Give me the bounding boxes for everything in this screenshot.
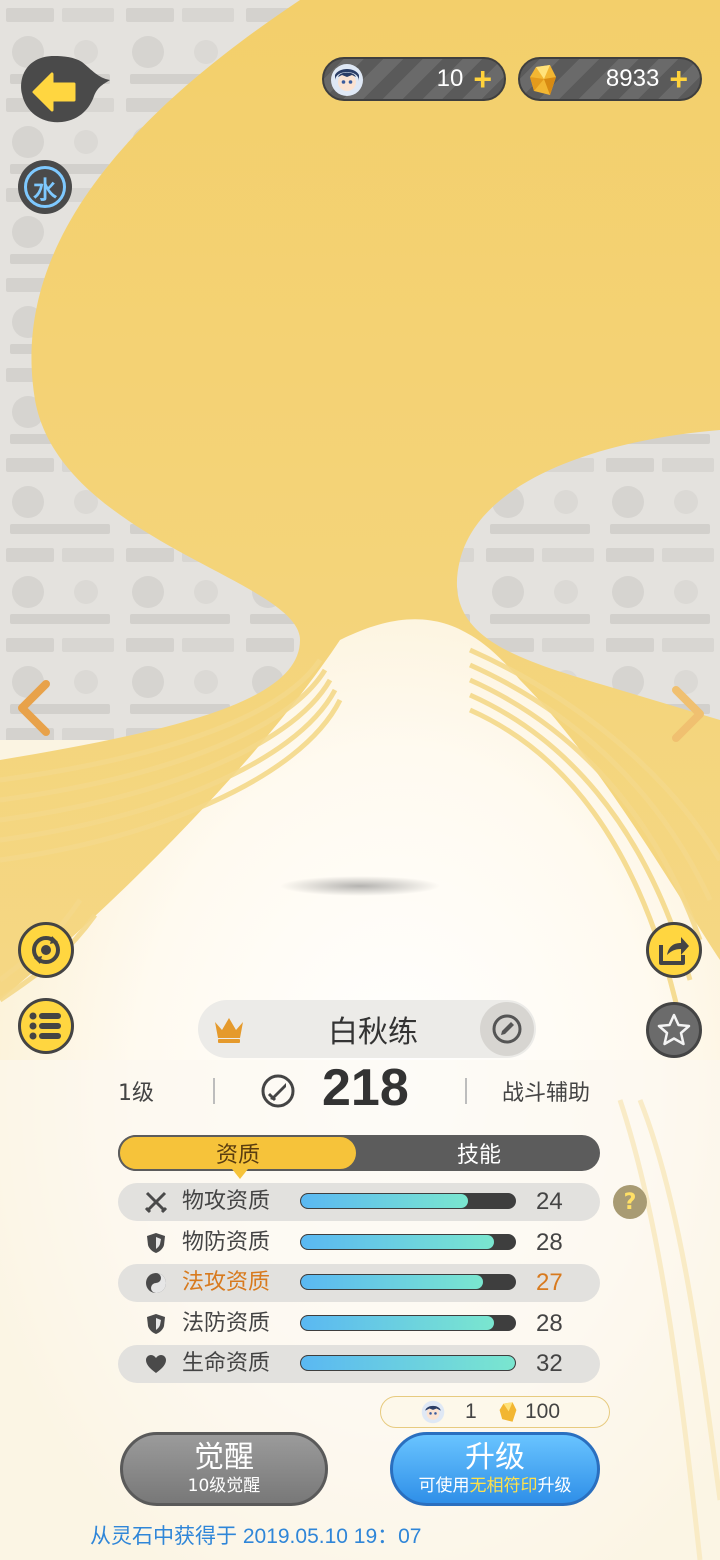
character-token-icon [421,1400,445,1424]
rename-button[interactable] [480,1002,534,1056]
upgrade-cost: 1 100 [380,1396,610,1428]
combat-power-icon [261,1074,295,1108]
rotate-icon [32,936,60,964]
shield-icon [147,1314,165,1334]
aptitude-value: 27 [536,1269,563,1296]
aptitude-value: 28 [536,1310,563,1337]
aptitude-bar [300,1355,516,1371]
list-icon [29,1012,61,1040]
aptitude-value: 24 [536,1188,563,1215]
aptitude-label: 法防资质 [182,1311,271,1336]
upgrade-subtitle: 可使用无相符印升级 [419,1475,572,1497]
favorite-button[interactable] [646,1002,702,1058]
awaken-title: 觉醒 [194,1440,254,1475]
water-element-icon: 水 [24,166,66,208]
upgrade-subtitle-suffix: 升级 [537,1476,572,1496]
prev-pet-button[interactable] [14,678,54,751]
aptitude-row: 物防资质 28 [118,1224,600,1262]
pencil-icon [492,1014,522,1044]
upgrade-title: 升级 [465,1440,525,1475]
summon-token-value: 10 [436,65,464,92]
star-icon [657,1013,691,1046]
gold-crystal-icon [530,65,556,95]
share-button[interactable] [646,922,702,978]
refresh-button[interactable] [18,922,74,978]
tab-skills[interactable]: 技能 [358,1135,600,1171]
aptitude-row: 法防资质 28 [118,1305,600,1343]
help-button[interactable]: ? [613,1185,647,1219]
summon-token-counter[interactable]: 10 + [322,57,506,101]
upgrade-subtitle-prefix: 可使用 [418,1476,470,1496]
aptitude-value: 28 [536,1229,563,1256]
token-cost: 1 [465,1400,477,1423]
upgrade-item-name: 无相符印 [469,1476,538,1496]
pet-name-panel: 白秋练 [198,1000,536,1058]
upgrade-button[interactable]: 升级 可使用无相符印升级 [390,1432,600,1506]
yinyang-icon [146,1273,166,1293]
aptitude-label: 物攻资质 [182,1189,271,1214]
character-token-icon [331,64,363,96]
aptitude-bar [300,1193,516,1209]
pet-level: 1级 [118,1081,154,1106]
shield-icon [147,1233,165,1253]
gold-crystal-icon [499,1402,517,1422]
aptitude-bar [300,1315,516,1331]
heart-icon [146,1355,166,1373]
add-token-icon[interactable]: + [473,63,492,95]
aptitude-label: 物防资质 [182,1230,271,1255]
aptitude-row: 物攻资质 24 [118,1183,600,1221]
awaken-subtitle: 10级觉醒 [187,1476,261,1496]
acquisition-note: 从灵石中获得于 2019.05.10 19：07 [90,1525,422,1548]
aptitude-label: 法攻资质 [182,1270,271,1295]
aptitude-label: 生命资质 [182,1351,271,1376]
add-crystal-icon[interactable]: + [669,63,688,95]
crown-icon [215,1018,243,1043]
awaken-button[interactable]: 觉醒 10级觉醒 [120,1432,328,1506]
share-icon [659,937,689,965]
element-badge: 水 [18,160,72,214]
aptitude-bar [300,1274,516,1290]
crossed-swords-icon [144,1191,168,1214]
divider [213,1078,215,1104]
aptitude-row: 生命资质 32 [118,1345,600,1383]
back-button[interactable] [18,52,112,126]
combat-power: 218 [322,1059,409,1117]
chevron-right-icon [672,686,704,742]
aptitude-row: 法攻资质 27 [118,1264,600,1302]
divider [465,1078,467,1104]
list-button[interactable] [18,998,74,1054]
aptitude-bar [300,1234,516,1250]
gold-crystal-value: 8933 [605,65,660,92]
pet-name: 白秋练 [328,1015,418,1050]
next-pet-button[interactable] [668,684,708,757]
tab-aptitude[interactable]: 资质 [118,1135,358,1179]
pet-role: 战斗辅助 [502,1081,591,1106]
crystal-cost: 100 [525,1400,561,1423]
aptitude-value: 32 [536,1350,563,1377]
tab-bar: 资质 技能 [118,1135,600,1179]
gold-crystal-counter[interactable]: 8933 + [518,57,702,101]
back-arrow-icon [21,56,110,123]
chevron-left-icon [18,680,50,736]
